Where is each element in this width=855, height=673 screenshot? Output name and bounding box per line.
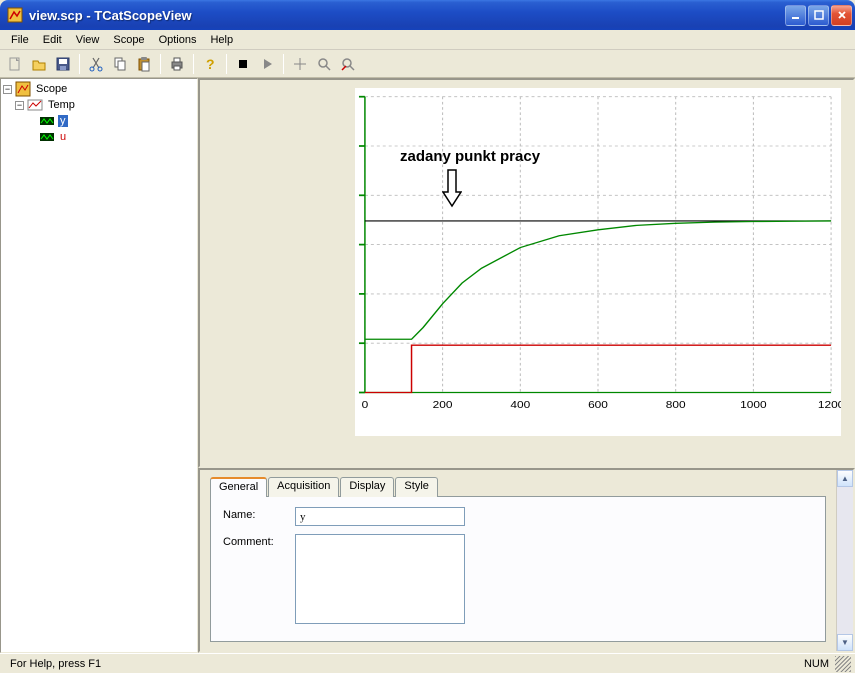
close-button[interactable]	[831, 5, 852, 26]
save-icon[interactable]	[52, 53, 74, 75]
crosshair-icon[interactable]	[289, 53, 311, 75]
tree-label: y	[58, 115, 68, 127]
menu-options[interactable]: Options	[152, 32, 204, 48]
menu-file[interactable]: File	[4, 32, 36, 48]
print-icon[interactable]	[166, 53, 188, 75]
svg-text:800: 800	[666, 400, 686, 411]
scope-icon	[15, 81, 31, 97]
svg-text:200: 200	[433, 400, 453, 411]
paste-icon[interactable]	[133, 53, 155, 75]
tab-general[interactable]: General	[210, 477, 267, 497]
window-title: view.scp - TCatScopeView	[27, 8, 785, 23]
play-icon[interactable]	[256, 53, 278, 75]
scroll-up-icon[interactable]: ▲	[837, 470, 853, 487]
tree-label: Scope	[34, 83, 69, 95]
menu-bar: File Edit View Scope Options Help	[0, 30, 855, 50]
vertical-scrollbar[interactable]: ▲ ▼	[836, 470, 853, 651]
tree-label: Temp	[46, 99, 77, 111]
menu-help[interactable]: Help	[203, 32, 240, 48]
tab-acquisition[interactable]: Acquisition	[268, 477, 339, 497]
chart-area: 0 200 400 600 800 1000 1200 zadany punkt pracy	[198, 78, 855, 468]
tree-panel[interactable]: − Scope − Temp y u	[0, 78, 198, 653]
svg-text:1200: 1200	[818, 400, 841, 411]
open-icon[interactable]	[28, 53, 50, 75]
chart-icon	[27, 97, 43, 113]
name-label: Name:	[223, 507, 295, 521]
tree-label: u	[58, 131, 68, 143]
collapse-icon[interactable]: −	[3, 85, 12, 94]
comment-label: Comment:	[223, 534, 295, 548]
tree-leaf-y[interactable]: y	[3, 113, 195, 129]
menu-view[interactable]: View	[69, 32, 107, 48]
app-icon	[7, 7, 23, 23]
status-num: NUM	[798, 657, 835, 671]
svg-text:1000: 1000	[740, 400, 766, 411]
status-help: For Help, press F1	[4, 657, 107, 671]
tab-style[interactable]: Style	[395, 477, 437, 497]
title-bar: view.scp - TCatScopeView	[0, 0, 855, 30]
svg-text:0: 0	[362, 400, 369, 411]
minimize-button[interactable]	[785, 5, 806, 26]
tree-leaf-u[interactable]: u	[3, 129, 195, 145]
svg-text:600: 600	[588, 400, 608, 411]
new-icon[interactable]	[4, 53, 26, 75]
svg-text:?: ?	[206, 56, 215, 72]
resize-grip-icon[interactable]	[835, 656, 851, 672]
menu-edit[interactable]: Edit	[36, 32, 69, 48]
comment-input[interactable]	[295, 534, 465, 624]
maximize-button[interactable]	[808, 5, 829, 26]
signal-icon	[39, 129, 55, 145]
menu-scope[interactable]: Scope	[106, 32, 151, 48]
name-input[interactable]	[295, 507, 465, 526]
chart[interactable]: 0 200 400 600 800 1000 1200	[355, 88, 841, 436]
signal-icon	[39, 113, 55, 129]
stop-icon[interactable]	[232, 53, 254, 75]
copy-icon[interactable]	[109, 53, 131, 75]
zoom-reset-icon[interactable]	[337, 53, 359, 75]
arrow-down-icon	[442, 168, 462, 208]
svg-text:400: 400	[510, 400, 530, 411]
collapse-icon[interactable]: −	[15, 101, 24, 110]
cut-icon[interactable]	[85, 53, 107, 75]
tab-row: General Acquisition Display Style	[210, 476, 826, 496]
tree-node-temp[interactable]: − Temp	[3, 97, 195, 113]
tab-content: Name: Comment:	[210, 496, 826, 642]
tab-display[interactable]: Display	[340, 477, 394, 497]
tree-node-scope[interactable]: − Scope	[3, 81, 195, 97]
properties-panel: General Acquisition Display Style Name: …	[198, 468, 855, 653]
toolbar: ?	[0, 50, 855, 78]
help-icon[interactable]: ?	[199, 53, 221, 75]
scroll-track[interactable]	[837, 487, 853, 634]
scroll-down-icon[interactable]: ▼	[837, 634, 853, 651]
zoom-icon[interactable]	[313, 53, 335, 75]
status-bar: For Help, press F1 NUM	[0, 653, 855, 673]
chart-annotation: zadany punkt pracy	[400, 148, 540, 165]
